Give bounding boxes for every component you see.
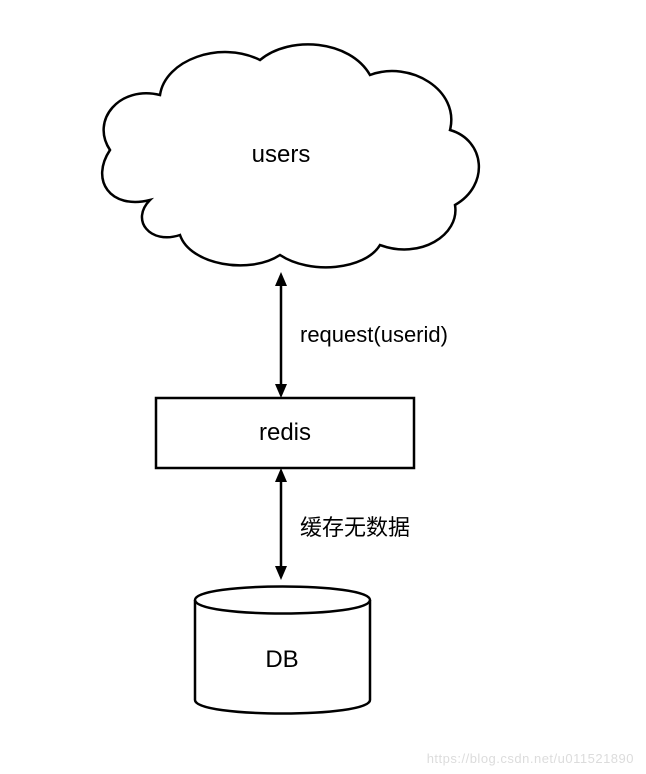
arrow-redis-db-head-up <box>275 468 287 482</box>
diagram-svg <box>0 0 646 774</box>
db-shape-top <box>195 600 370 614</box>
db-label: DB <box>265 646 298 674</box>
arrow-redis-db-head-down <box>275 566 287 580</box>
architecture-diagram: users request(userid) redis 缓存无数据 DB htt… <box>0 0 646 774</box>
arrow-users-redis-head-down <box>275 384 287 398</box>
redis-label: redis <box>259 419 311 447</box>
users-label: users <box>252 141 311 169</box>
watermark-text: https://blog.csdn.net/u011521890 <box>427 751 634 766</box>
cache-miss-label: 缓存无数据 <box>300 510 410 542</box>
request-label: request(userid) <box>300 322 448 348</box>
arrow-users-redis-head-up <box>275 272 287 286</box>
